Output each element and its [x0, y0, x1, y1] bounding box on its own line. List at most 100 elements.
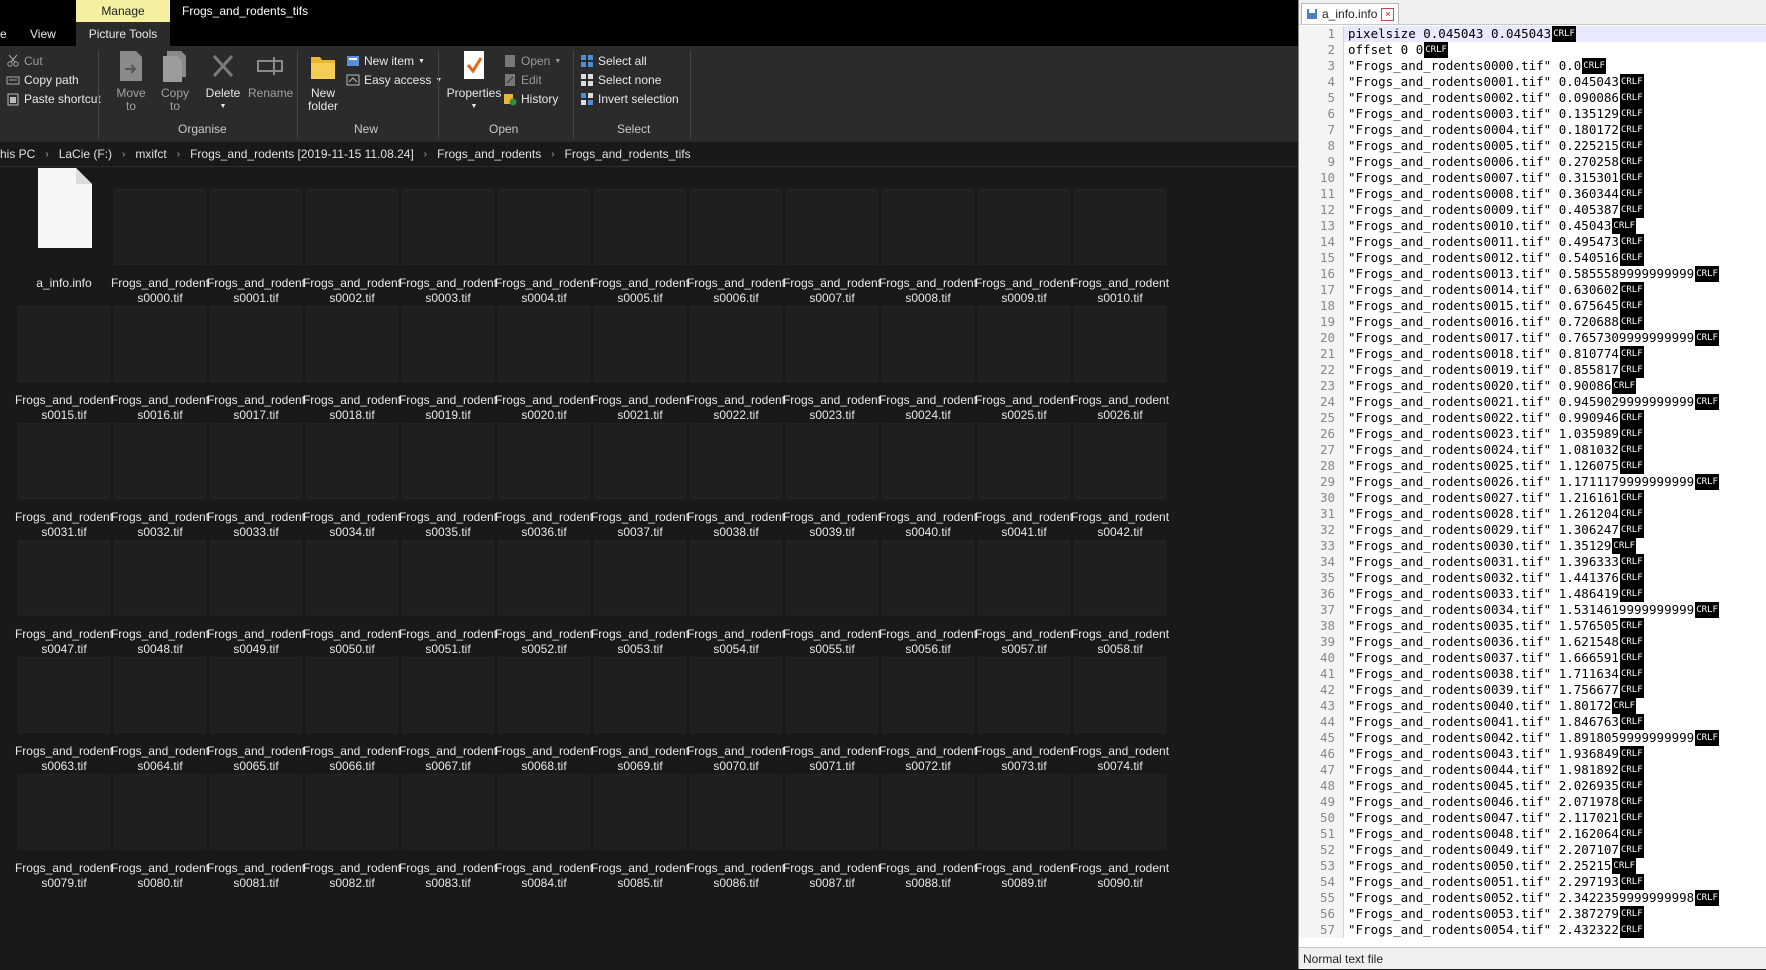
breadcrumb-this-pc[interactable]: his PC: [0, 147, 35, 161]
breadcrumb-tifs-folder[interactable]: Frogs_and_rodents_tifs: [565, 147, 691, 161]
breadcrumb-drive[interactable]: LaCie (F:): [59, 147, 112, 161]
file-item[interactable]: Frogs_and_rodents0049.tif: [204, 527, 308, 656]
tab-picture-tools[interactable]: Picture Tools: [76, 22, 170, 46]
file-item[interactable]: Frogs_and_rodents0010.tif: [1068, 176, 1172, 305]
delete-button[interactable]: Delete ▼: [201, 49, 245, 113]
file-item[interactable]: Frogs_and_rodents0047.tif: [12, 527, 116, 656]
file-item[interactable]: Frogs_and_rodents0005.tif: [588, 176, 692, 305]
file-item[interactable]: Frogs_and_rodents0022.tif: [684, 293, 788, 422]
file-item[interactable]: Frogs_and_rodents0021.tif: [588, 293, 692, 422]
file-item[interactable]: Frogs_and_rodents0074.tif: [1068, 644, 1172, 773]
file-item[interactable]: Frogs_and_rodents0055.tif: [780, 527, 884, 656]
properties-button[interactable]: Properties ▼: [446, 49, 502, 113]
cut-button[interactable]: Cut: [6, 52, 43, 70]
file-item[interactable]: Frogs_and_rodents0020.tif: [492, 293, 596, 422]
rename-button[interactable]: Rename: [248, 49, 293, 100]
file-item[interactable]: Frogs_and_rodents0071.tif: [780, 644, 884, 773]
file-item[interactable]: Frogs_and_rodents0084.tif: [492, 761, 596, 890]
file-item[interactable]: Frogs_and_rodents0003.tif: [396, 176, 500, 305]
select-none-button[interactable]: Select none: [580, 71, 661, 89]
new-item-button[interactable]: New item ▼: [346, 52, 425, 70]
file-item[interactable]: Frogs_and_rodents0016.tif: [108, 293, 212, 422]
file-item[interactable]: Frogs_and_rodents0063.tif: [12, 644, 116, 773]
file-item[interactable]: Frogs_and_rodents0070.tif: [684, 644, 788, 773]
file-item[interactable]: Frogs_and_rodents0001.tif: [204, 176, 308, 305]
file-item[interactable]: Frogs_and_rodents0067.tif: [396, 644, 500, 773]
file-item[interactable]: Frogs_and_rodents0041.tif: [972, 410, 1076, 539]
file-item[interactable]: Frogs_and_rodents0038.tif: [684, 410, 788, 539]
file-item[interactable]: Frogs_and_rodents0054.tif: [684, 527, 788, 656]
file-item[interactable]: Frogs_and_rodents0089.tif: [972, 761, 1076, 890]
invert-selection-button[interactable]: Invert selection: [580, 90, 679, 108]
file-item[interactable]: Frogs_and_rodents0090.tif: [1068, 761, 1172, 890]
history-button[interactable]: History: [503, 90, 558, 108]
file-item[interactable]: Frogs_and_rodents0023.tif: [780, 293, 884, 422]
file-item[interactable]: Frogs_and_rodents0088.tif: [876, 761, 980, 890]
file-item[interactable]: Frogs_and_rodents0085.tif: [588, 761, 692, 890]
breadcrumb[interactable]: his PC › LaCie (F:) › mxifct › Frogs_and…: [0, 142, 1298, 167]
file-item[interactable]: Frogs_and_rodents0072.tif: [876, 644, 980, 773]
file-item[interactable]: Frogs_and_rodents0007.tif: [780, 176, 884, 305]
file-item[interactable]: Frogs_and_rodents0035.tif: [396, 410, 500, 539]
file-item[interactable]: Frogs_and_rodents0082.tif: [300, 761, 404, 890]
file-item[interactable]: Frogs_and_rodents0015.tif: [12, 293, 116, 422]
close-icon[interactable]: ×: [1381, 7, 1395, 21]
file-item[interactable]: Frogs_and_rodents0042.tif: [1068, 410, 1172, 539]
tab-view[interactable]: View: [30, 22, 56, 46]
file-item[interactable]: Frogs_and_rodents0058.tif: [1068, 527, 1172, 656]
file-item[interactable]: Frogs_and_rodents0000.tif: [108, 176, 212, 305]
file-item[interactable]: Frogs_and_rodents0017.tif: [204, 293, 308, 422]
file-item[interactable]: Frogs_and_rodents0068.tif: [492, 644, 596, 773]
file-item[interactable]: Frogs_and_rodents0065.tif: [204, 644, 308, 773]
file-item[interactable]: Frogs_and_rodents0073.tif: [972, 644, 1076, 773]
copy-path-button[interactable]: Copy path: [6, 71, 79, 89]
select-all-button[interactable]: Select all: [580, 52, 647, 70]
file-item[interactable]: Frogs_and_rodents0025.tif: [972, 293, 1076, 422]
tab-home-partial[interactable]: e: [0, 22, 7, 46]
file-item[interactable]: Frogs_and_rodents0036.tif: [492, 410, 596, 539]
file-item[interactable]: Frogs_and_rodents0087.tif: [780, 761, 884, 890]
editor-text-area[interactable]: 1 pixelsize 0.045043 0.045043 CRLF 2 offset …: [1299, 26, 1766, 947]
paste-shortcut-button[interactable]: Paste shortcut: [6, 90, 101, 108]
file-item[interactable]: Frogs_and_rodents0002.tif: [300, 176, 404, 305]
easy-access-button[interactable]: Easy access ▼: [346, 71, 442, 89]
file-item[interactable]: Frogs_and_rodents0026.tif: [1068, 293, 1172, 422]
file-item[interactable]: Frogs_and_rodents0006.tif: [684, 176, 788, 305]
file-item[interactable]: Frogs_and_rodents0052.tif: [492, 527, 596, 656]
tab-manage[interactable]: Manage: [76, 0, 170, 22]
file-item[interactable]: Frogs_and_rodents0018.tif: [300, 293, 404, 422]
file-item[interactable]: Frogs_and_rodents0081.tif: [204, 761, 308, 890]
file-item[interactable]: Frogs_and_rodents0034.tif: [300, 410, 404, 539]
file-item[interactable]: Frogs_and_rodents0069.tif: [588, 644, 692, 773]
file-item[interactable]: Frogs_and_rodents0039.tif: [780, 410, 884, 539]
file-item[interactable]: Frogs_and_rodents0048.tif: [108, 527, 212, 656]
breadcrumb-scan-folder[interactable]: Frogs_and_rodents [2019-11-15 11.08.24]: [190, 147, 414, 161]
file-item[interactable]: Frogs_and_rodents0064.tif: [108, 644, 212, 773]
file-item[interactable]: Frogs_and_rodents0050.tif: [300, 527, 404, 656]
open-button[interactable]: Open ▼: [503, 52, 561, 70]
breadcrumb-frogs-folder[interactable]: Frogs_and_rodents: [437, 147, 541, 161]
file-item[interactable]: Frogs_and_rodents0083.tif: [396, 761, 500, 890]
copy-to-button[interactable]: Copy to: [153, 49, 197, 113]
new-folder-button[interactable]: New folder: [301, 49, 345, 113]
file-item[interactable]: Frogs_and_rodents0024.tif: [876, 293, 980, 422]
file-item[interactable]: Frogs_and_rodents0086.tif: [684, 761, 788, 890]
file-item[interactable]: Frogs_and_rodents0032.tif: [108, 410, 212, 539]
file-item[interactable]: Frogs_and_rodents0009.tif: [972, 176, 1076, 305]
move-to-button[interactable]: Move to: [109, 49, 153, 113]
file-item[interactable]: Frogs_and_rodents0079.tif: [12, 761, 116, 890]
file-item[interactable]: Frogs_and_rodents0019.tif: [396, 293, 500, 422]
file-item[interactable]: Frogs_and_rodents0031.tif: [12, 410, 116, 539]
file-item[interactable]: Frogs_and_rodents0040.tif: [876, 410, 980, 539]
file-tab[interactable]: a_info.info ×: [1301, 3, 1400, 24]
file-item[interactable]: Frogs_and_rodents0037.tif: [588, 410, 692, 539]
breadcrumb-mxifct[interactable]: mxifct: [135, 147, 166, 161]
file-item[interactable]: Frogs_and_rodents0053.tif: [588, 527, 692, 656]
file-item[interactable]: Frogs_and_rodents0033.tif: [204, 410, 308, 539]
file-item[interactable]: Frogs_and_rodents0056.tif: [876, 527, 980, 656]
file-item[interactable]: a_info.info: [12, 168, 116, 296]
file-item[interactable]: Frogs_and_rodents0051.tif: [396, 527, 500, 656]
file-item[interactable]: Frogs_and_rodents0080.tif: [108, 761, 212, 890]
file-item[interactable]: Frogs_and_rodents0066.tif: [300, 644, 404, 773]
file-item[interactable]: Frogs_and_rodents0004.tif: [492, 176, 596, 305]
